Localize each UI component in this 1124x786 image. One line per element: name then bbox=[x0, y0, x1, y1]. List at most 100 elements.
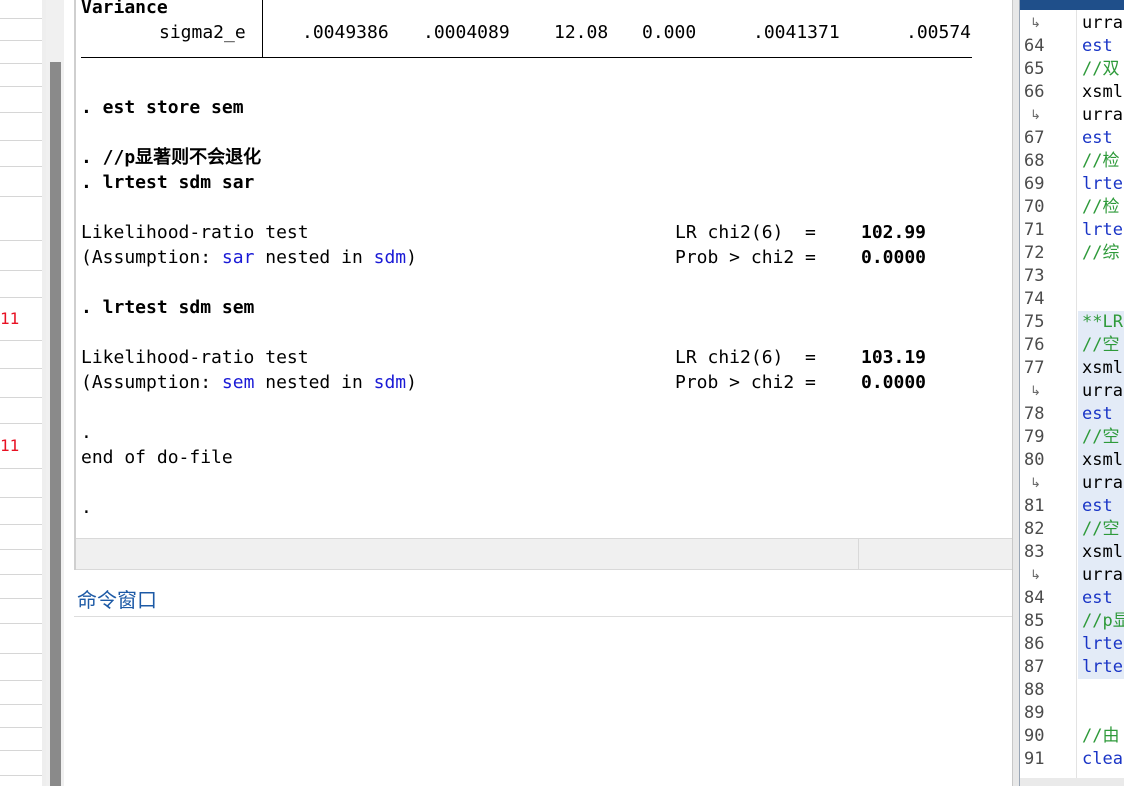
model-link[interactable]: sdm bbox=[374, 247, 407, 268]
editor-line[interactable]: 88 bbox=[1020, 679, 1124, 702]
editor-line[interactable]: 79 //空 bbox=[1020, 426, 1124, 449]
model-link[interactable]: sar bbox=[222, 247, 255, 268]
code-text: //综 bbox=[1082, 243, 1120, 263]
editor-line[interactable]: 65 //双 bbox=[1020, 58, 1124, 81]
results-horizontal-scrollbar[interactable] bbox=[76, 538, 1012, 570]
lr-chi2-value: 102.99 bbox=[861, 222, 927, 243]
model-link[interactable]: sdm bbox=[374, 372, 407, 393]
wrap-arrow-icon: ↳ bbox=[1030, 384, 1041, 399]
editor-line[interactable]: 69 lrte bbox=[1020, 173, 1124, 196]
grid-line bbox=[0, 40, 42, 41]
code-text: xsml bbox=[1082, 358, 1123, 378]
grid-line bbox=[0, 340, 42, 341]
editor-line[interactable]: 81 est bbox=[1020, 495, 1124, 518]
line-number: 77 bbox=[1024, 358, 1045, 378]
editor-line[interactable]: ↳ urra bbox=[1020, 104, 1124, 127]
editor-line[interactable]: 83 xsml bbox=[1020, 541, 1124, 564]
results-window: Variance sigma2_e .0049386 .0004089 12.0… bbox=[76, 0, 1012, 538]
code-text: lrte bbox=[1082, 220, 1123, 240]
grid-line bbox=[0, 653, 42, 654]
code-text: lrte bbox=[1082, 657, 1123, 677]
editor-line[interactable]: 72 //综 bbox=[1020, 242, 1124, 265]
editor-line[interactable]: ↳ urra bbox=[1020, 12, 1124, 35]
line-number: 84 bbox=[1024, 588, 1045, 608]
editor-line[interactable]: ↳ urra bbox=[1020, 564, 1124, 587]
line-number: 72 bbox=[1024, 243, 1045, 263]
editor-line[interactable]: 82 //空 bbox=[1020, 518, 1124, 541]
grid-line bbox=[0, 524, 42, 525]
line-number: 71 bbox=[1024, 220, 1045, 240]
table-vertical-rule bbox=[262, 0, 263, 57]
wrap-arrow-icon: ↳ bbox=[1030, 476, 1041, 491]
prompt-dot: . bbox=[81, 422, 92, 443]
sigma-coef: .0049386 bbox=[302, 22, 389, 43]
lr-test-assumption: (Assumption: sem nested in sdm) bbox=[81, 372, 417, 393]
editor-line[interactable]: 68 //检 bbox=[1020, 150, 1124, 173]
editor-line[interactable]: 77 xsml bbox=[1020, 357, 1124, 380]
grid-line bbox=[0, 368, 42, 369]
lr-prob-value: 0.0000 bbox=[861, 247, 927, 268]
grid-line bbox=[0, 112, 42, 113]
code-text: est bbox=[1082, 128, 1113, 148]
editor-line[interactable]: 90 //由 bbox=[1020, 725, 1124, 748]
code-text: urra bbox=[1082, 565, 1123, 585]
editor-line[interactable]: 89 bbox=[1020, 702, 1124, 725]
line-number: 75 bbox=[1024, 312, 1045, 332]
editor-line[interactable]: 71 lrte bbox=[1020, 219, 1124, 242]
editor-line[interactable]: 64 est bbox=[1020, 35, 1124, 58]
grid-line bbox=[0, 18, 42, 19]
lr-test-assumption: (Assumption: sar nested in sdm) bbox=[81, 247, 417, 268]
line-number: 82 bbox=[1024, 519, 1045, 539]
line-number: 70 bbox=[1024, 197, 1045, 217]
editor-line[interactable]: 85 //p显 bbox=[1020, 610, 1124, 633]
line-number: 90 bbox=[1024, 726, 1045, 746]
left-scrollbar-thumb[interactable] bbox=[50, 62, 61, 786]
lr-prob-value: 0.0000 bbox=[861, 372, 927, 393]
prompt-dot: . bbox=[81, 497, 92, 518]
editor-line[interactable]: ↳ urra bbox=[1020, 380, 1124, 403]
line-number: 87 bbox=[1024, 657, 1045, 677]
editor-line[interactable]: 78 est bbox=[1020, 403, 1124, 426]
wrap-arrow-icon: ↳ bbox=[1030, 16, 1041, 31]
do-file-editor[interactable]: ↳ urra 64 est 65 //双 66 xsml ↳ urra 67 est 68 //检 69 lr… bbox=[1019, 0, 1124, 786]
editor-line[interactable]: 91 clea bbox=[1020, 748, 1124, 771]
line-number: 88 bbox=[1024, 680, 1045, 700]
editor-line[interactable]: 67 est bbox=[1020, 127, 1124, 150]
editor-line[interactable]: 87 lrte bbox=[1020, 656, 1124, 679]
model-link[interactable]: sem bbox=[222, 372, 255, 393]
code-text: xsml bbox=[1082, 450, 1123, 470]
grid-line bbox=[0, 270, 42, 271]
editor-line[interactable]: 76 //空 bbox=[1020, 334, 1124, 357]
end-of-do-file: end of do-file bbox=[81, 447, 233, 468]
grid-line bbox=[0, 680, 42, 681]
grid-line bbox=[0, 598, 42, 599]
line-number: 86 bbox=[1024, 634, 1045, 654]
code-text: est bbox=[1082, 588, 1113, 608]
code-text: //空 bbox=[1082, 427, 1120, 447]
editor-line[interactable]: 86 lrte bbox=[1020, 633, 1124, 656]
editor-line[interactable]: 66 xsml bbox=[1020, 81, 1124, 104]
editor-line[interactable]: 70 //检 bbox=[1020, 196, 1124, 219]
grid-line bbox=[0, 166, 42, 167]
editor-line[interactable]: 84 est bbox=[1020, 587, 1124, 610]
editor-line[interactable]: 80 xsml bbox=[1020, 449, 1124, 472]
line-number: 80 bbox=[1024, 450, 1045, 470]
lr-test-title: Likelihood-ratio test bbox=[81, 222, 309, 243]
editor-line[interactable]: 73 bbox=[1020, 265, 1124, 288]
sigma-p: 0.000 bbox=[642, 22, 697, 43]
editor-line[interactable]: ↳ urra bbox=[1020, 472, 1124, 495]
grid-line bbox=[0, 297, 42, 298]
command-input[interactable] bbox=[74, 617, 1012, 786]
editor-line[interactable]: 75 **LR bbox=[1020, 311, 1124, 334]
line-number: 91 bbox=[1024, 749, 1045, 769]
line-number: 81 bbox=[1024, 496, 1045, 516]
lr-prob-label: Prob > chi2 = bbox=[675, 372, 816, 393]
sigma-ci-low: .0041371 bbox=[753, 22, 840, 43]
code-text: //由 bbox=[1082, 726, 1120, 746]
grid-line bbox=[0, 549, 42, 550]
command-echo: . est store sem bbox=[81, 97, 244, 118]
command-window-title: 命令窗口 bbox=[77, 588, 157, 612]
grid-line bbox=[0, 140, 42, 141]
line-number: 78 bbox=[1024, 404, 1045, 424]
editor-line[interactable]: 74 bbox=[1020, 288, 1124, 311]
